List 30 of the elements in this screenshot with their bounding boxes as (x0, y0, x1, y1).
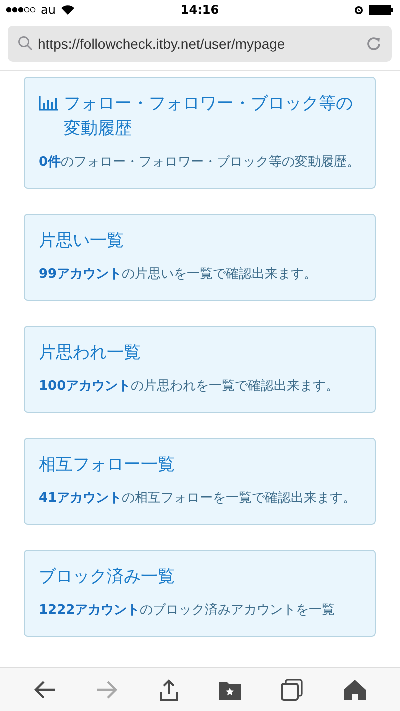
card-description: 0件のフォロー・フォロワー・ブロック等の変動履歴。 (39, 154, 361, 172)
menu-card[interactable]: ブロック済み一覧 1222アカウントのブロック済みアカウントを一覧 (24, 550, 376, 637)
card-description: 100アカウントの片思われを一覧で確認出来ます。 (39, 378, 340, 396)
card-title: フォロー・フォロワー・ブロック等の変動履歴 (64, 92, 354, 141)
menu-card[interactable]: 相互フォロー一覧 41アカウントの相互フォローを一覧で確認出来ます。 (24, 438, 376, 525)
search-icon (18, 36, 33, 52)
carrier-name: au (41, 2, 56, 17)
menu-card[interactable]: 片思い一覧 99アカウントの片思いを一覧で確認出来ます。 (24, 214, 376, 301)
alarm-icon (354, 4, 364, 15)
star-folder-icon[interactable] (219, 680, 242, 700)
card-title: 片思い一覧 (39, 230, 124, 253)
address-bar[interactable]: https://followcheck.itby.net/user/mypage (8, 26, 392, 62)
reload-icon[interactable] (366, 36, 382, 52)
share-icon[interactable] (158, 678, 179, 701)
menu-card[interactable]: 片思われ一覧 100アカウントの片思われを一覧で確認出来ます。 (24, 326, 376, 413)
wifi-icon (60, 4, 75, 15)
menu-card[interactable]: フォロー・フォロワー・ブロック等の変動履歴 0件のフォロー・フォロワー・ブロック等の変動履歴。 (24, 76, 376, 189)
bar-chart-icon (39, 96, 58, 111)
card-title: 相互フォロー一覧 (39, 454, 175, 477)
card-title: 片思われ一覧 (39, 342, 141, 365)
card-title: ブロック済み一覧 (39, 566, 175, 589)
back-arrow-icon[interactable] (34, 680, 56, 700)
card-description: 1222アカウントのブロック済みアカウントを一覧 (39, 602, 336, 620)
signal-icon (6, 6, 36, 13)
status-time: 14:16 (180, 2, 220, 17)
card-description: 41アカウントの相互フォローを一覧で確認出来ます。 (39, 490, 358, 508)
battery-icon (368, 4, 394, 15)
home-icon[interactable] (344, 680, 366, 700)
card-description: 99アカウントの片思いを一覧で確認出来ます。 (39, 266, 318, 284)
tabs-icon[interactable] (281, 678, 304, 701)
